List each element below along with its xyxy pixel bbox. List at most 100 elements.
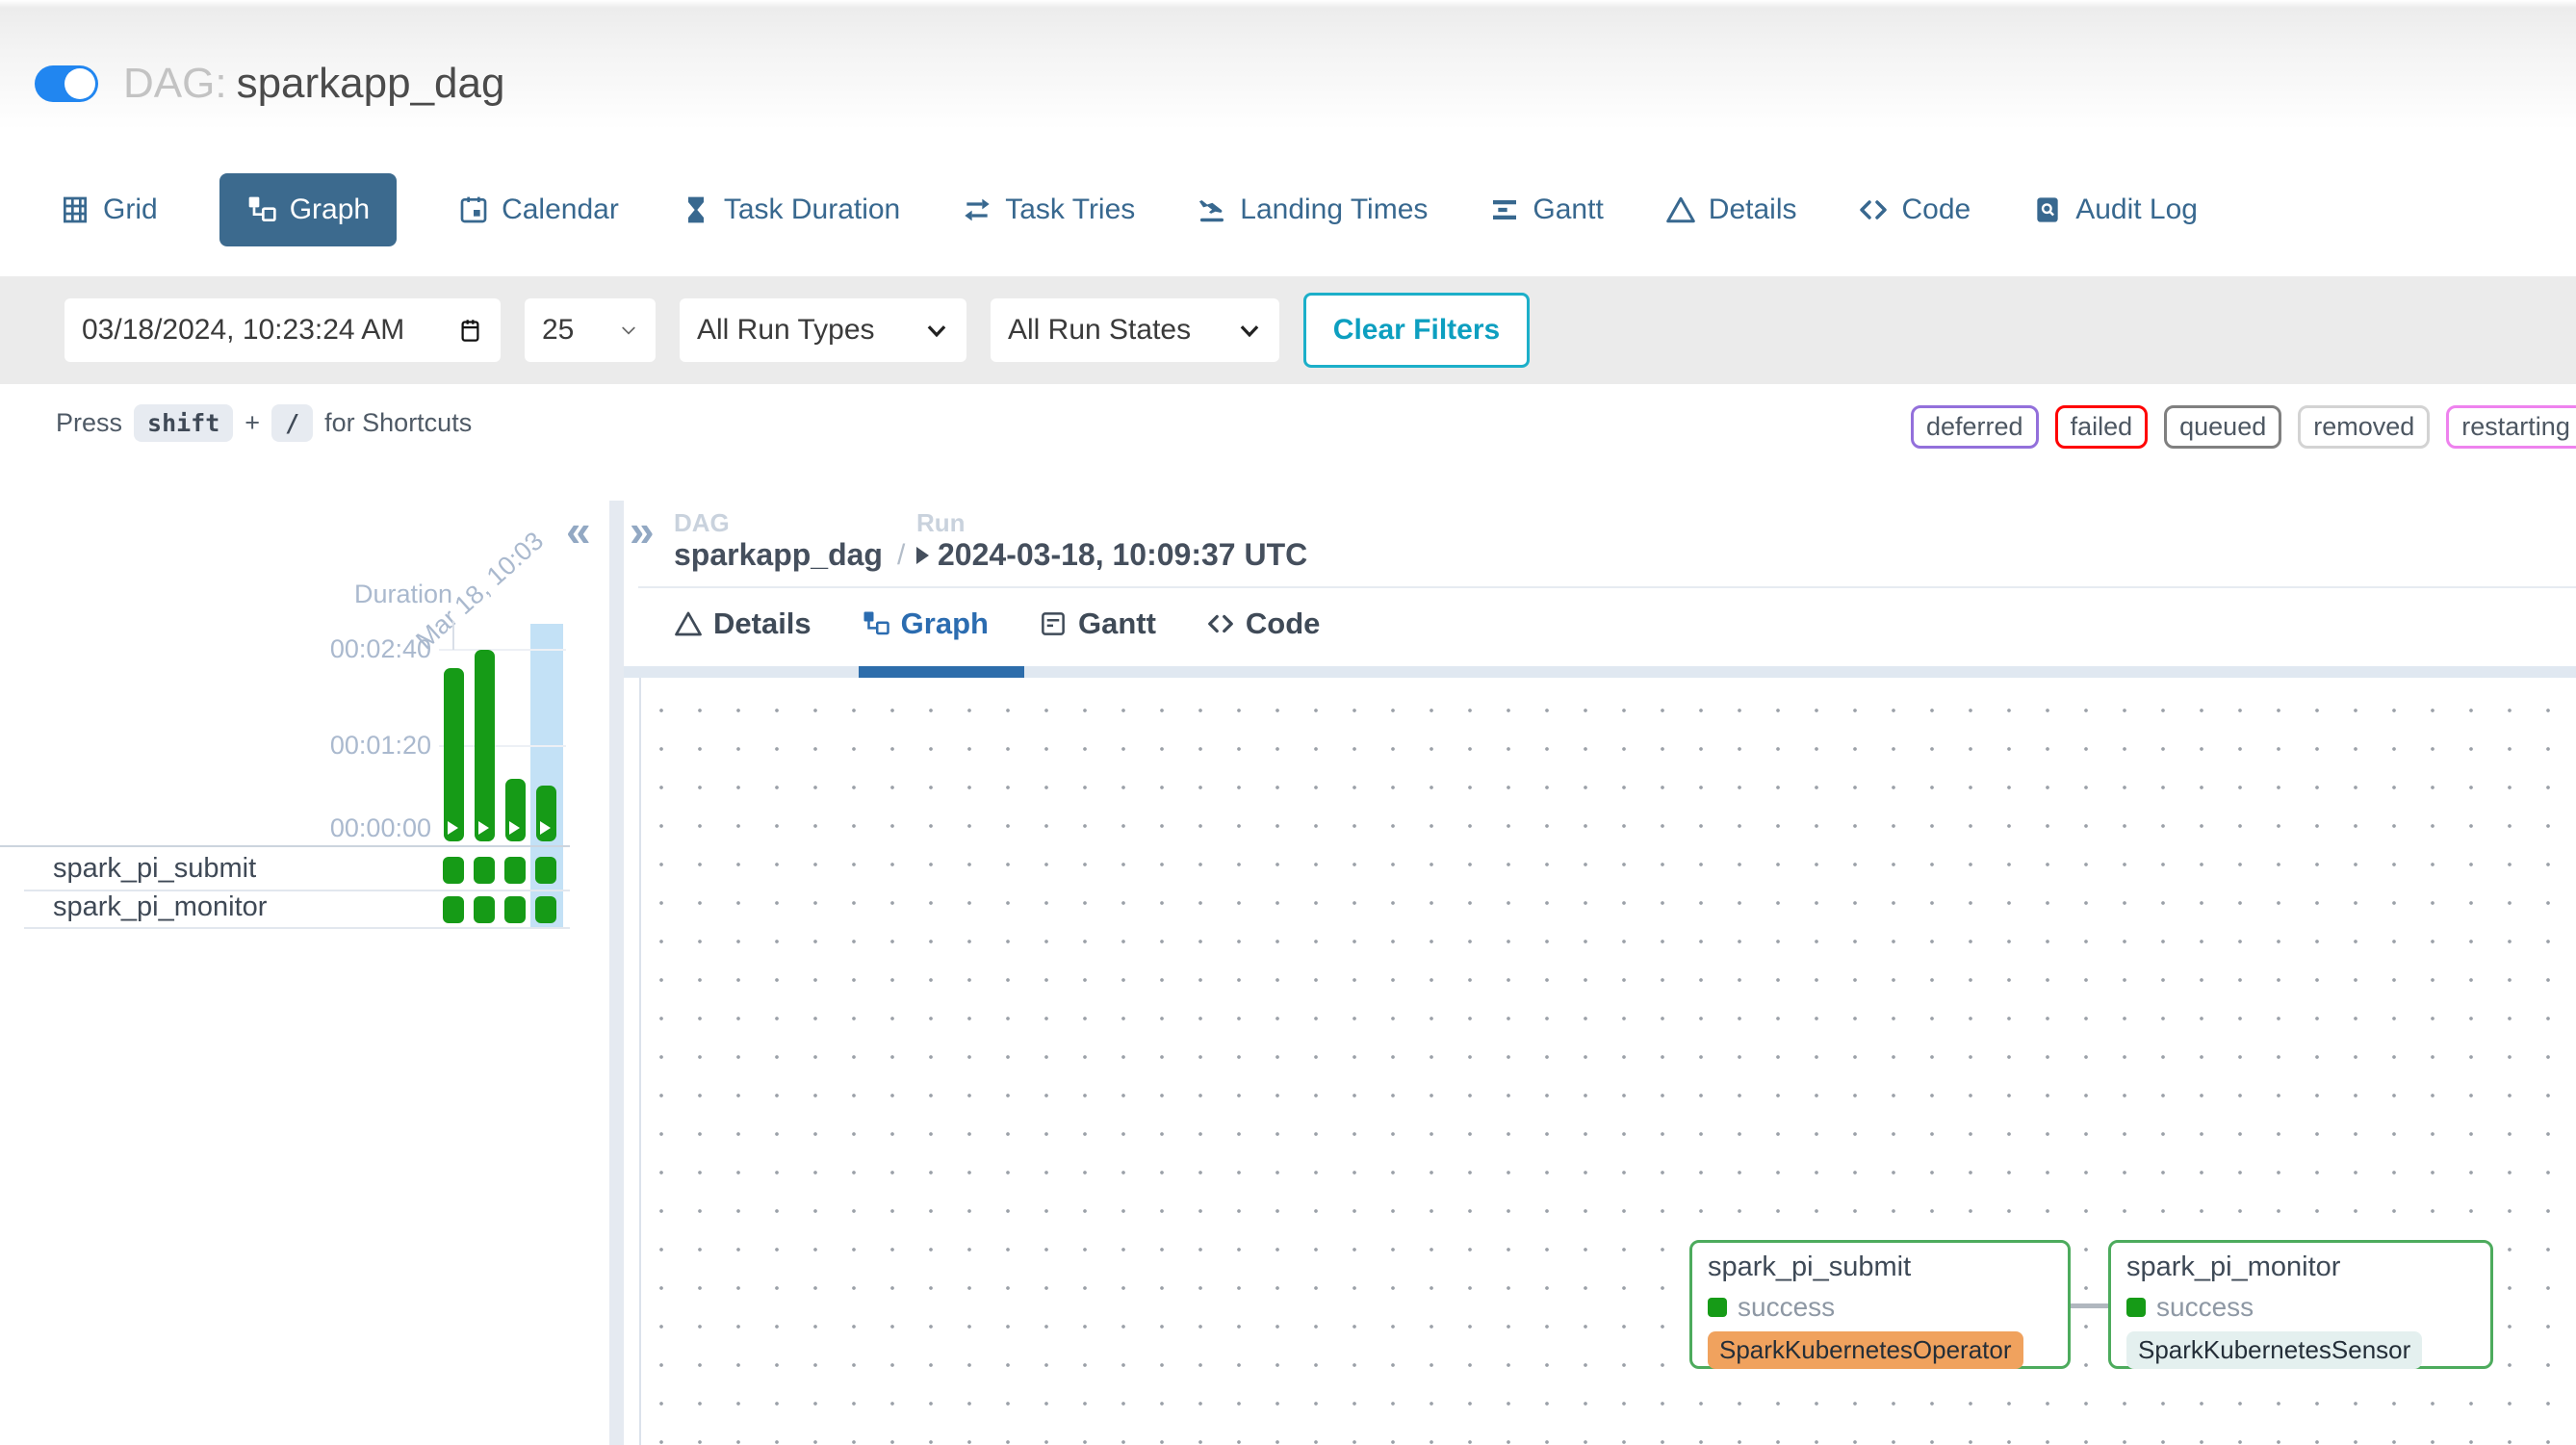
date-value: 03/18/2024, 10:23:24 AM [82,314,404,347]
play-icon [509,821,520,835]
tab-gantt[interactable]: Gantt [1489,194,1603,226]
task-instance-square[interactable] [443,896,464,923]
tab-task-tries[interactable]: Task Tries [962,194,1135,226]
tab-label: Gantt [1533,194,1603,226]
run-states-select[interactable]: All Run States [991,298,1279,362]
task-instance-square[interactable] [504,857,526,884]
task-instance-square[interactable] [535,857,556,884]
dag-view-tabs: Grid Graph Calendar Task Duration Task T… [60,166,2198,254]
chevron-down-icon [924,318,949,343]
duration-bar-run3[interactable] [505,779,526,841]
run-triangle-icon[interactable] [916,547,929,564]
legend-restarting[interactable]: restarting [2446,405,2576,449]
task-instance-square[interactable] [474,857,495,884]
tab-calendar[interactable]: Calendar [458,194,619,226]
task-instance-square[interactable] [535,896,556,923]
breadcrumb-dag-label: DAG [674,508,730,538]
tab-label: Task Duration [724,194,900,226]
breadcrumb: sparkapp_dag / [674,537,905,573]
tab-grid[interactable]: Grid [60,194,158,226]
run-tab-label: Code [1246,606,1321,641]
tab-graph[interactable]: Graph [219,173,397,246]
dag-header: DAG:sparkapp_dag [35,60,504,108]
warning-triangle-icon [1665,194,1696,225]
grid-icon [60,194,90,225]
chevron-down-icon [619,321,638,340]
legend-queued[interactable]: queued [2164,405,2281,449]
dag-label: DAG: [123,60,227,107]
calendar-picker-icon[interactable] [457,317,483,345]
tab-label: Grid [103,194,158,226]
run-tab-details[interactable]: Details [674,606,811,641]
duration-bar-run4[interactable] [536,786,556,841]
duration-bar-run1[interactable] [444,668,464,841]
tab-landing-times[interactable]: Landing Times [1197,194,1428,226]
breadcrumb-dag-name[interactable]: sparkapp_dag [674,537,883,573]
task-edge [2071,1303,2110,1308]
dag-graph-canvas[interactable]: spark_pi_submit success SparkKubernetesO… [639,678,2576,1445]
breadcrumb-run-label: Run [916,508,966,538]
dag-pause-toggle[interactable] [35,65,98,102]
plane-landing-icon [1197,194,1227,225]
play-icon [448,821,458,835]
page-title: DAG:sparkapp_dag [123,60,504,108]
breadcrumb-run-value[interactable]: 2024-03-18, 10:09:37 UTC [938,537,1307,573]
task-node-spark-pi-monitor[interactable]: spark_pi_monitor success SparkKubernetes… [2108,1240,2493,1369]
page-size-select[interactable]: 25 [525,298,656,362]
run-tab-label: Gantt [1078,606,1156,641]
collapse-panel-icon[interactable]: « [566,508,591,553]
state-legend: deferred failed queued removed restartin… [1911,405,2576,449]
tab-label: Audit Log [2075,194,2198,226]
tab-label: Code [1901,194,1971,226]
calendar-icon [458,194,489,225]
graph-icon [246,194,277,225]
y-tick: 00:02:40 [318,634,431,664]
node-title: spark_pi_monitor [2126,1251,2475,1283]
task-label-submit[interactable]: spark_pi_submit [53,853,256,885]
task-label-monitor[interactable]: spark_pi_monitor [53,891,267,923]
run-tab-gantt[interactable]: Gantt [1039,606,1156,641]
tab-label: Landing Times [1240,194,1428,226]
node-status: success [2126,1292,2475,1323]
run-types-select[interactable]: All Run Types [680,298,966,362]
task-instance-square[interactable] [504,896,526,923]
tab-details[interactable]: Details [1665,194,1797,226]
audit-log-icon [2032,194,2063,225]
run-tab-code[interactable]: Code [1206,606,1321,641]
run-types-value: All Run Types [697,314,875,347]
gantt-doc-icon [1039,609,1068,638]
chevron-down-icon [1237,318,1262,343]
legend-failed[interactable]: failed [2055,405,2149,449]
node-title: spark_pi_submit [1708,1251,2052,1283]
node-state-label: success [2156,1292,2254,1323]
shortcut-hint: Press shift + / for Shortcuts [56,404,472,442]
tab-label: Calendar [502,194,619,226]
page-size-value: 25 [542,314,574,347]
task-instance-square[interactable] [474,896,495,923]
filter-bar: 03/18/2024, 10:23:24 AM 25 All Run Types… [0,276,2576,384]
expand-panel-icon[interactable]: » [630,508,655,553]
operator-badge: SparkKubernetesOperator [1708,1331,2023,1369]
slash-key: / [271,404,313,442]
run-tab-label: Details [713,606,811,641]
tab-audit-log[interactable]: Audit Log [2032,194,2198,226]
duration-bar-run2[interactable] [475,650,495,841]
run-date-input[interactable]: 03/18/2024, 10:23:24 AM [64,298,501,362]
run-tab-graph[interactable]: Graph [862,606,989,641]
gridline [439,649,566,651]
tab-task-duration[interactable]: Task Duration [681,194,900,226]
gantt-icon [1489,194,1520,225]
clear-filters-button[interactable]: Clear Filters [1303,293,1530,368]
legend-deferred[interactable]: deferred [1911,405,2039,449]
task-instance-square[interactable] [443,857,464,884]
shortcut-text: for Shortcuts [324,408,472,438]
panel-divider[interactable] [609,501,624,1445]
shift-key: shift [134,404,233,442]
run-tab-label: Graph [901,606,989,641]
tab-code[interactable]: Code [1858,194,1971,226]
tab-label: Graph [290,194,370,226]
success-state-icon [2126,1298,2146,1317]
legend-removed[interactable]: removed [2298,405,2430,449]
task-node-spark-pi-submit[interactable]: spark_pi_submit success SparkKubernetesO… [1689,1240,2071,1369]
breadcrumb-separator: / [897,539,905,572]
